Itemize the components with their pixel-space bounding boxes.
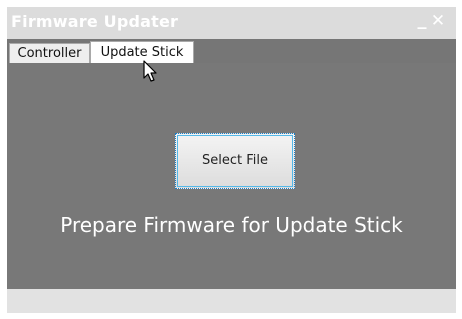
window-title: Firmware Updater bbox=[11, 12, 179, 31]
tab-content-panel: Select File Prepare Firmware for Update … bbox=[7, 63, 456, 289]
prepare-firmware-message: Prepare Firmware for Update Stick bbox=[60, 213, 403, 237]
select-file-button[interactable]: Select File bbox=[175, 133, 295, 189]
tab-controller[interactable]: Controller bbox=[9, 43, 90, 65]
tab-strip: Controller Update Stick bbox=[7, 39, 456, 67]
mouse-pointer-icon bbox=[143, 60, 157, 82]
title-bar[interactable]: Firmware Updater _ ✕ bbox=[7, 7, 456, 39]
close-button[interactable]: ✕ bbox=[429, 9, 447, 33]
status-bar bbox=[7, 289, 456, 313]
app-window: Firmware Updater _ ✕ Controller Update S… bbox=[7, 7, 456, 313]
